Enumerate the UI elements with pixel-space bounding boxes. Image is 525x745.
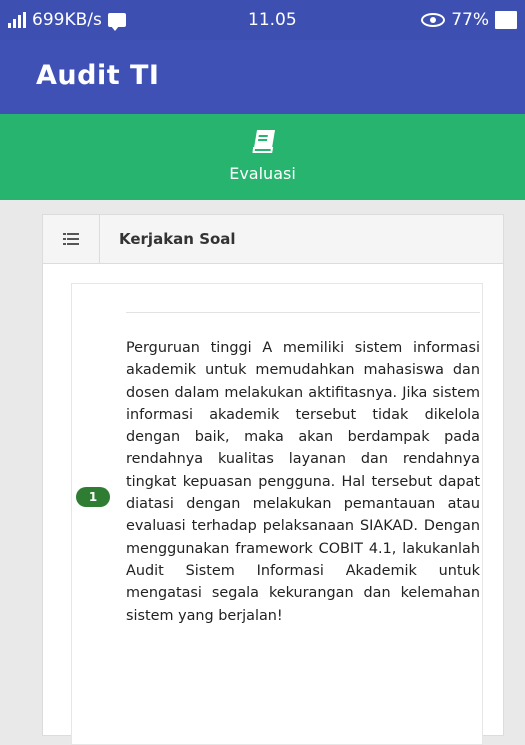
question-number-badge: 1 <box>76 487 110 507</box>
battery-icon <box>495 11 517 29</box>
divider <box>126 312 480 313</box>
status-time: 11.05 <box>248 10 297 30</box>
network-speed: 699KB/s <box>32 10 102 30</box>
app-bar: Audit TI <box>0 40 525 114</box>
signal-icon <box>8 12 26 28</box>
chat-icon <box>107 13 126 31</box>
question-text: Perguruan tinggi A memiliki sistem infor… <box>126 340 480 624</box>
card-heading: Kerjakan Soal <box>119 230 236 248</box>
question-panel: 1 Perguruan tinggi A memiliki sistem inf… <box>71 283 483 745</box>
app-title: Audit TI <box>36 60 160 91</box>
battery-percent: 77% <box>451 10 489 30</box>
card-header: Kerjakan Soal <box>43 215 503 264</box>
eye-icon <box>421 13 446 27</box>
question-card: Kerjakan Soal 1 Perguruan tinggi A memil… <box>42 214 504 745</box>
status-right: 77% <box>421 10 517 30</box>
section-label: Evaluasi <box>229 164 296 183</box>
book-icon <box>252 130 275 153</box>
section-header[interactable]: Evaluasi <box>0 114 525 200</box>
list-icon[interactable] <box>43 215 100 263</box>
status-bar: 699KB/s 11.05 77% <box>0 0 525 40</box>
status-left: 699KB/s <box>8 10 126 31</box>
